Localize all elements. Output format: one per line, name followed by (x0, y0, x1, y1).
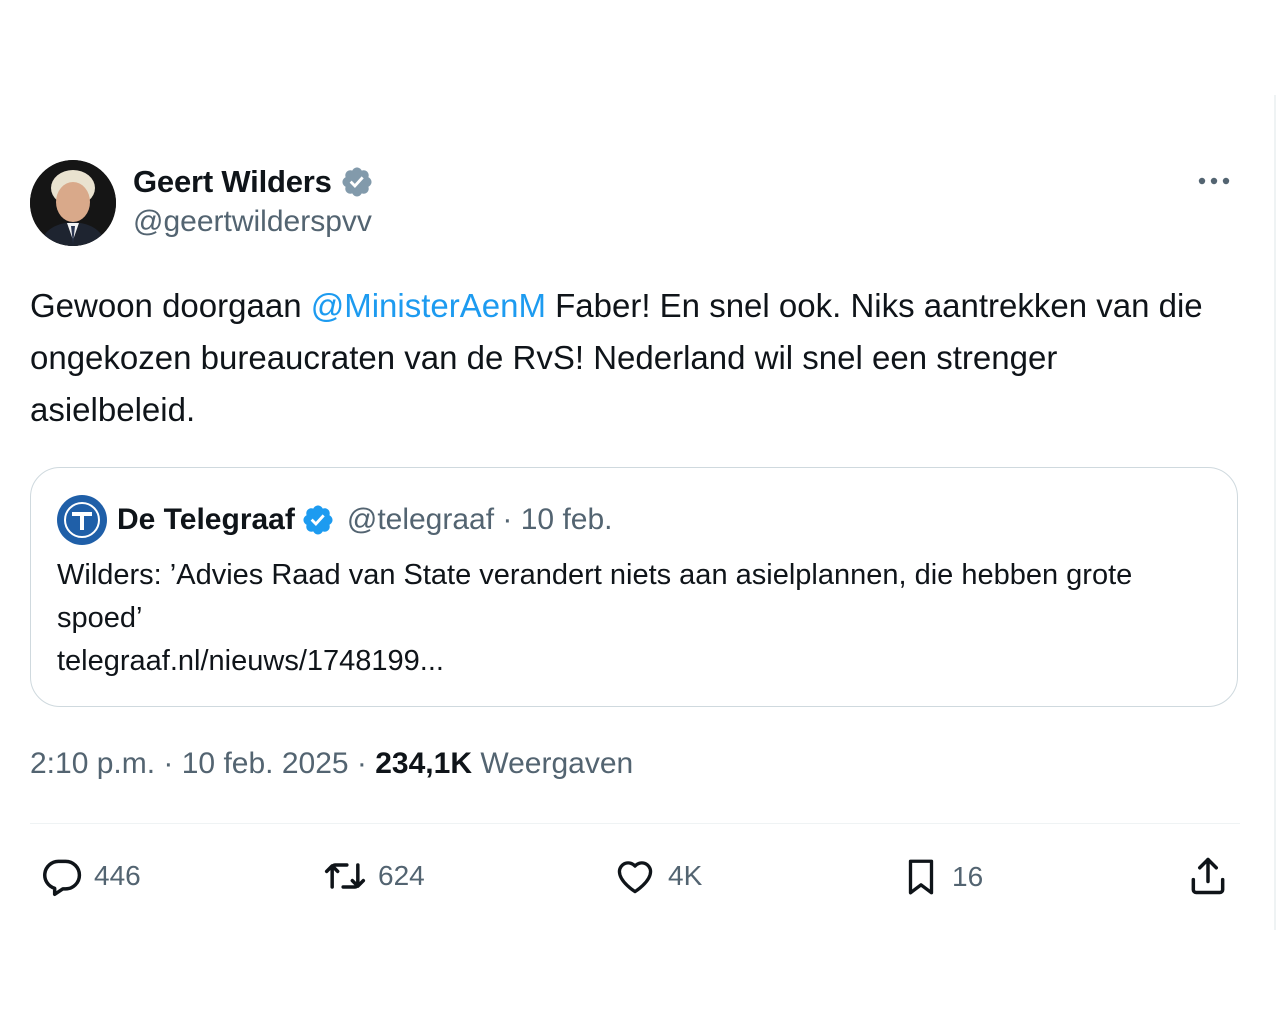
telegraaf-logo[interactable] (57, 495, 107, 545)
tweet: Geert Wilders @geertwilderspvv Gewoon do… (30, 158, 1240, 920)
verified-gray-icon[interactable] (340, 165, 374, 199)
author-name[interactable]: Geert Wilders (133, 164, 332, 200)
quote-handle[interactable]: @telegraaf (347, 503, 494, 536)
author-handle[interactable]: @geertwilderspvv (133, 205, 374, 239)
quote-header: De Telegraaf @telegraaf · 10 feb. (57, 495, 613, 545)
like-count: 4K (668, 860, 703, 891)
bookmark-button[interactable]: 16 (900, 854, 983, 900)
action-bar: 446 624 4K 16 (30, 840, 1240, 920)
quoted-tweet[interactable]: De Telegraaf @telegraaf · 10 feb. Wilder… (30, 467, 1238, 707)
reply-count: 446 (94, 860, 141, 891)
quote-date[interactable]: 10 feb. (521, 503, 613, 536)
share-button[interactable] (1186, 854, 1230, 898)
views-count: 234,1K (375, 747, 472, 780)
tweet-header: Geert Wilders @geertwilderspvv (30, 158, 1240, 246)
more-icon (1198, 177, 1230, 185)
quote-body: Wilders: ’Advies Raad van State verander… (57, 554, 1207, 683)
share-icon (1191, 857, 1225, 895)
verified-blue-icon (301, 503, 335, 537)
panel-border (1274, 95, 1276, 930)
page: Geert Wilders @geertwilderspvv Gewoon do… (0, 0, 1280, 1024)
quote-link[interactable]: telegraaf.nl/nieuws/1748199... (57, 640, 1207, 683)
repost-icon (324, 863, 366, 889)
author-name-row: Geert Wilders (133, 162, 374, 202)
author-block: Geert Wilders @geertwilderspvv (133, 162, 374, 239)
bookmark-count: 16 (952, 861, 984, 892)
quote-handle-date: @telegraaf · 10 feb. (346, 503, 613, 536)
repost-button[interactable]: 624 (322, 854, 425, 898)
tweet-text-start: Gewoon doorgaan (30, 287, 311, 324)
divider (30, 823, 1240, 824)
quote-text: Wilders: ’Advies Raad van State verander… (57, 559, 1133, 634)
reply-button[interactable]: 446 (40, 854, 141, 898)
repost-count: 624 (378, 860, 425, 891)
mention-link[interactable]: @MinisterAenM (311, 287, 546, 324)
like-icon (617, 861, 653, 894)
tweet-time[interactable]: 2:10 p.m. (30, 747, 155, 780)
more-button[interactable] (1194, 166, 1234, 196)
tweet-date[interactable]: 10 feb. 2025 (182, 747, 349, 780)
views-label: Weergaven (480, 747, 634, 780)
tweet-text: Gewoon doorgaan @MinisterAenM Faber! En … (30, 280, 1230, 436)
tweet-meta: 2:10 p.m. · 10 feb. 2025 · 234,1K Weerga… (30, 747, 634, 780)
bookmark-icon (908, 859, 934, 895)
reply-icon (43, 859, 82, 897)
avatar[interactable] (30, 160, 116, 246)
like-button[interactable]: 4K (612, 854, 702, 898)
quote-author-name[interactable]: De Telegraaf (117, 503, 295, 537)
